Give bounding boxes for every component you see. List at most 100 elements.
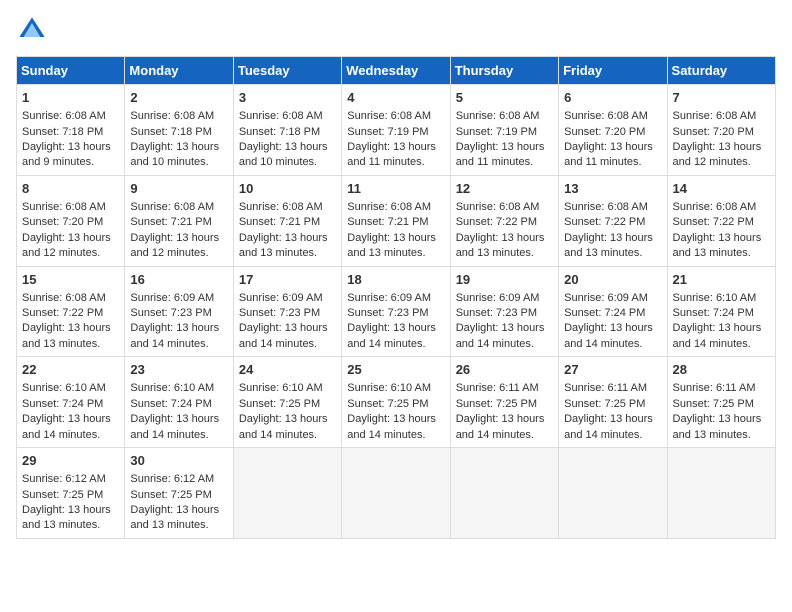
sunrise-text: Sunrise: 6:11 AM [673, 382, 756, 394]
daylight-text: Daylight: 13 hours and 12 minutes. [22, 232, 111, 259]
col-saturday: Saturday [667, 57, 775, 85]
sunrise-text: Sunrise: 6:10 AM [673, 292, 757, 304]
day-number: 10 [239, 180, 336, 198]
sunset-text: Sunset: 7:20 PM [564, 126, 645, 138]
table-row: 7Sunrise: 6:08 AMSunset: 7:20 PMDaylight… [667, 85, 775, 176]
day-number: 6 [564, 89, 661, 107]
sunrise-text: Sunrise: 6:08 AM [22, 201, 106, 213]
sunrise-text: Sunrise: 6:08 AM [239, 201, 323, 213]
day-number: 24 [239, 361, 336, 379]
sunrise-text: Sunrise: 6:08 AM [564, 201, 648, 213]
table-row: 29Sunrise: 6:12 AMSunset: 7:25 PMDayligh… [17, 448, 125, 539]
day-number: 2 [130, 89, 227, 107]
table-row: 12Sunrise: 6:08 AMSunset: 7:22 PMDayligh… [450, 175, 558, 266]
day-number: 28 [673, 361, 770, 379]
table-row: 23Sunrise: 6:10 AMSunset: 7:24 PMDayligh… [125, 357, 233, 448]
table-row: 24Sunrise: 6:10 AMSunset: 7:25 PMDayligh… [233, 357, 341, 448]
sunrise-text: Sunrise: 6:08 AM [22, 292, 106, 304]
day-number: 23 [130, 361, 227, 379]
day-number: 13 [564, 180, 661, 198]
day-number: 16 [130, 271, 227, 289]
daylight-text: Daylight: 13 hours and 9 minutes. [22, 141, 111, 168]
sunset-text: Sunset: 7:25 PM [564, 398, 645, 410]
day-number: 22 [22, 361, 119, 379]
sunset-text: Sunset: 7:24 PM [673, 307, 754, 319]
col-monday: Monday [125, 57, 233, 85]
sunset-text: Sunset: 7:23 PM [456, 307, 537, 319]
daylight-text: Daylight: 13 hours and 13 minutes. [22, 322, 111, 349]
sunset-text: Sunset: 7:21 PM [130, 216, 211, 228]
daylight-text: Daylight: 13 hours and 14 minutes. [456, 413, 545, 440]
table-row: 14Sunrise: 6:08 AMSunset: 7:22 PMDayligh… [667, 175, 775, 266]
table-row [667, 448, 775, 539]
logo-icon [18, 16, 46, 44]
sunrise-text: Sunrise: 6:09 AM [564, 292, 648, 304]
sunset-text: Sunset: 7:22 PM [673, 216, 754, 228]
sunrise-text: Sunrise: 6:08 AM [239, 110, 323, 122]
sunrise-text: Sunrise: 6:10 AM [347, 382, 431, 394]
sunrise-text: Sunrise: 6:12 AM [130, 473, 214, 485]
table-row: 2Sunrise: 6:08 AMSunset: 7:18 PMDaylight… [125, 85, 233, 176]
sunset-text: Sunset: 7:19 PM [347, 126, 428, 138]
sunset-text: Sunset: 7:25 PM [22, 489, 103, 501]
day-number: 14 [673, 180, 770, 198]
daylight-text: Daylight: 13 hours and 14 minutes. [564, 322, 653, 349]
col-sunday: Sunday [17, 57, 125, 85]
calendar-week-row: 29 Sunrise: 6:12 AM Sunset: 7:25 PM Dayligh… [17, 448, 776, 539]
day-number: 20 [564, 271, 661, 289]
table-row: 4Sunrise: 6:08 AMSunset: 7:19 PMDaylight… [342, 85, 450, 176]
daylight-text: Daylight: 13 hours and 14 minutes. [130, 413, 219, 440]
day-number: 11 [347, 180, 444, 198]
sunset-text: Sunset: 7:25 PM [130, 489, 211, 501]
sunrise-text: Sunrise: 6:08 AM [564, 110, 648, 122]
day-number: 15 [22, 271, 119, 289]
daylight-text: Daylight: 13 hours and 13 minutes. [456, 232, 545, 259]
calendar-week-row: 15Sunrise: 6:08 AMSunset: 7:22 PMDayligh… [17, 266, 776, 357]
sunrise-text: Sunrise: 6:09 AM [130, 292, 214, 304]
table-row: 20 Sunrise: 6:09 AM Sunset: 7:24 PM Dayligh… [559, 266, 667, 357]
col-friday: Friday [559, 57, 667, 85]
table-row: 25Sunrise: 6:10 AMSunset: 7:25 PMDayligh… [342, 357, 450, 448]
sunrise-text: Sunrise: 6:08 AM [673, 201, 757, 213]
sunrise-text: Sunrise: 6:10 AM [239, 382, 323, 394]
daylight-text: Daylight: 13 hours and 13 minutes. [347, 232, 436, 259]
sunrise-text: Sunrise: 6:08 AM [130, 110, 214, 122]
sunrise-text: Sunrise: 6:08 AM [22, 110, 106, 122]
sunset-text: Sunset: 7:25 PM [347, 398, 428, 410]
table-row [450, 448, 558, 539]
col-tuesday: Tuesday [233, 57, 341, 85]
daylight-text: Daylight: 13 hours and 12 minutes. [673, 141, 762, 168]
day-number: 18 [347, 271, 444, 289]
sunset-text: Sunset: 7:24 PM [564, 307, 645, 319]
sunrise-text: Sunrise: 6:08 AM [673, 110, 757, 122]
day-number: 5 [456, 89, 553, 107]
col-wednesday: Wednesday [342, 57, 450, 85]
day-number: 29 [22, 452, 119, 470]
daylight-text: Daylight: 13 hours and 11 minutes. [564, 141, 653, 168]
table-row: 27 Sunrise: 6:11 AM Sunset: 7:25 PM Dayligh… [559, 357, 667, 448]
daylight-text: Daylight: 13 hours and 12 minutes. [130, 232, 219, 259]
sunset-text: Sunset: 7:23 PM [239, 307, 320, 319]
daylight-text: Daylight: 13 hours and 14 minutes. [239, 322, 328, 349]
table-row: 15Sunrise: 6:08 AMSunset: 7:22 PMDayligh… [17, 266, 125, 357]
sunset-text: Sunset: 7:24 PM [22, 398, 103, 410]
sunrise-text: Sunrise: 6:11 AM [456, 382, 539, 394]
daylight-text: Daylight: 13 hours and 14 minutes. [564, 413, 653, 440]
table-row: 18Sunrise: 6:09 AMSunset: 7:23 PMDayligh… [342, 266, 450, 357]
logo [16, 16, 46, 44]
day-number: 17 [239, 271, 336, 289]
day-number: 1 [22, 89, 119, 107]
day-number: 25 [347, 361, 444, 379]
daylight-text: Daylight: 13 hours and 11 minutes. [347, 141, 436, 168]
day-number: 19 [456, 271, 553, 289]
sunrise-text: Sunrise: 6:11 AM [564, 382, 647, 394]
daylight-text: Daylight: 13 hours and 14 minutes. [673, 322, 762, 349]
calendar-week-row: 8Sunrise: 6:08 AMSunset: 7:20 PMDaylight… [17, 175, 776, 266]
table-row: 16Sunrise: 6:09 AMSunset: 7:23 PMDayligh… [125, 266, 233, 357]
day-number: 27 [564, 361, 661, 379]
table-row: 17Sunrise: 6:09 AMSunset: 7:23 PMDayligh… [233, 266, 341, 357]
daylight-text: Daylight: 13 hours and 13 minutes. [130, 504, 219, 531]
daylight-text: Daylight: 13 hours and 14 minutes. [347, 322, 436, 349]
day-number: 7 [673, 89, 770, 107]
sunrise-text: Sunrise: 6:12 AM [22, 473, 106, 485]
